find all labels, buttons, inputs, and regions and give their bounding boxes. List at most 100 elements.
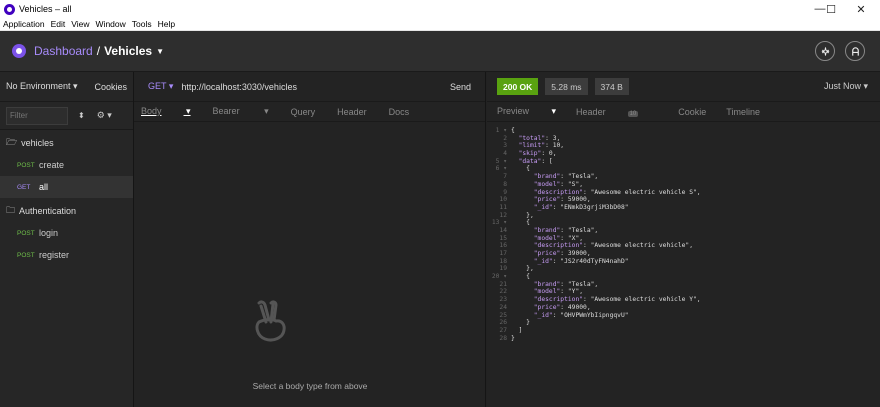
insomnia-logo-icon	[12, 44, 26, 58]
line-number: 18	[499, 257, 507, 265]
code-line: 8 "model": "S",	[487, 181, 880, 189]
sort-icon[interactable]: ⬍	[78, 111, 85, 120]
menu-view[interactable]: View	[68, 19, 92, 29]
line-number: 17	[499, 250, 507, 257]
history-dropdown[interactable]: Just Now ▾	[824, 81, 868, 92]
code-text: "price": 59000,	[533, 196, 591, 204]
app-header: Dashboard / Vehicles ▼	[0, 31, 880, 72]
folder-vehicles[interactable]: 🗁 vehicles	[0, 132, 133, 154]
code-line: 3 "limit": 10,	[487, 142, 880, 150]
line-number: 5 ▾	[495, 157, 507, 165]
time-badge: 5.28 ms	[545, 78, 588, 95]
code-line: 12 },	[487, 212, 880, 220]
status-badge: 200 OK	[497, 78, 539, 95]
tab-body[interactable]: Body ▾	[141, 106, 191, 117]
menu-help[interactable]: Help	[155, 19, 178, 29]
menu-window[interactable]: Window	[93, 19, 129, 29]
code-text: },	[511, 265, 534, 273]
method-selector[interactable]: GET ▾	[148, 81, 173, 92]
request-item-register[interactable]: POST register	[0, 244, 133, 266]
code-text: {	[511, 127, 515, 134]
settings-icon	[820, 46, 830, 56]
line-number: 20 ▾	[491, 273, 507, 281]
code-line: 5 ▾ "data": [	[487, 158, 880, 166]
tab-response-header[interactable]: Header 10	[576, 107, 658, 117]
breadcrumb-dashboard[interactable]: Dashboard	[34, 44, 93, 58]
menu-bar: Application Edit View Window Tools Help	[0, 18, 880, 31]
peace-hand-icon	[255, 300, 286, 342]
menu-application[interactable]: Application	[0, 19, 48, 29]
code-line: 17 "price": 39000,	[487, 250, 880, 258]
breadcrumb-separator: /	[96, 44, 101, 58]
account-button[interactable]	[845, 41, 865, 61]
code-text: "brand": "Tesla",	[533, 173, 599, 181]
tab-bearer[interactable]: Bearer ▾	[213, 106, 269, 117]
response-pane: 200 OK 5.28 ms 374 B Just Now ▾ Preview …	[487, 72, 880, 407]
line-number: 24	[499, 303, 507, 311]
code-text: "model": "S",	[533, 180, 584, 188]
code-text: "_id": "JS2r40dTyFN4nahD"	[533, 257, 629, 265]
request-item-create[interactable]: POST create	[0, 154, 133, 176]
cookies-button[interactable]: Cookies	[94, 82, 127, 92]
request-item-login[interactable]: POST login	[0, 222, 133, 244]
settings-button[interactable]	[815, 41, 835, 61]
url-bar: GET ▾ http://localhost:3030/vehicles Sen…	[134, 72, 485, 102]
line-number: 8	[503, 180, 507, 188]
code-text: }	[511, 334, 515, 342]
code-text: "skip": 0,	[518, 150, 557, 158]
header-count-badge: 10	[627, 110, 639, 117]
line-number: 1 ▾	[495, 127, 507, 134]
code-line: 16 "description": "Awesome electric vehi…	[487, 242, 880, 250]
code-text: "brand": "Tesla",	[533, 280, 599, 288]
chevron-down-icon[interactable]: ▼	[156, 47, 164, 56]
tab-header[interactable]: Header	[337, 107, 367, 117]
response-body-code[interactable]: 1 ▾{2 "total": 3, 3 "limit": 10, 4 "skip":…	[487, 127, 880, 342]
breadcrumb-current[interactable]: Vehicles	[104, 44, 152, 58]
window-titlebar: Vehicles – all — ☐ ✕	[0, 0, 880, 18]
tab-timeline[interactable]: Timeline	[726, 107, 760, 117]
code-line: 27 ]	[487, 327, 880, 335]
url-input[interactable]: http://localhost:3030/vehicles	[181, 82, 297, 92]
code-text: }	[511, 319, 530, 327]
code-line: 7 "brand": "Tesla",	[487, 173, 880, 181]
environment-selector[interactable]: No Environment ▾	[6, 81, 78, 92]
menu-tools[interactable]: Tools	[129, 19, 155, 29]
close-button[interactable]: ✕	[846, 0, 876, 18]
maximize-button[interactable]: ☐	[816, 0, 846, 18]
line-number: 4	[503, 150, 507, 158]
send-button[interactable]: Send	[450, 82, 471, 92]
tab-preview[interactable]: Preview ▾	[497, 106, 556, 117]
tab-cookie[interactable]: Cookie	[678, 107, 706, 117]
response-tabs: Preview ▾ Header 10 Cookie Timeline	[487, 102, 880, 122]
menu-edit[interactable]: Edit	[48, 19, 69, 29]
tab-docs[interactable]: Docs	[389, 107, 410, 117]
code-line: 4 "skip": 0,	[487, 150, 880, 158]
folder-label: Authentication	[19, 206, 77, 216]
request-label: register	[39, 250, 70, 260]
code-text: "description": "Awesome electric vehicle…	[533, 242, 693, 250]
filter-input[interactable]	[6, 106, 68, 125]
code-text: "price": 49000,	[533, 303, 591, 311]
request-item-all[interactable]: GET all	[0, 176, 133, 198]
code-line: 22 "model": "Y",	[487, 288, 880, 296]
line-number: 23	[499, 296, 507, 304]
code-line: 9 "description": "Awesome electric vehic…	[487, 189, 880, 197]
folder-authentication[interactable]: 🗀 Authentication	[0, 200, 133, 222]
line-number: 10	[499, 196, 507, 204]
add-item-button[interactable]: ⚙ ▾	[97, 110, 112, 121]
account-icon	[851, 46, 859, 56]
code-text: "data": [	[518, 157, 553, 165]
code-text: "limit": 10,	[518, 142, 565, 150]
tab-query[interactable]: Query	[291, 107, 316, 117]
code-text: "model": "X",	[533, 234, 584, 242]
line-number: 13 ▾	[491, 219, 507, 227]
code-text: "description": "Awesome electric vehicle…	[533, 188, 701, 196]
window-title: Vehicles – all	[19, 4, 72, 14]
line-number: 27	[499, 326, 507, 334]
line-number: 25	[499, 311, 507, 319]
code-line: 13 ▾ {	[487, 219, 880, 227]
code-line: 21 "brand": "Tesla",	[487, 281, 880, 289]
code-line: 14 "brand": "Tesla",	[487, 227, 880, 235]
method-badge: POST	[17, 229, 35, 237]
request-pane: GET ▾ http://localhost:3030/vehicles Sen…	[134, 72, 486, 407]
